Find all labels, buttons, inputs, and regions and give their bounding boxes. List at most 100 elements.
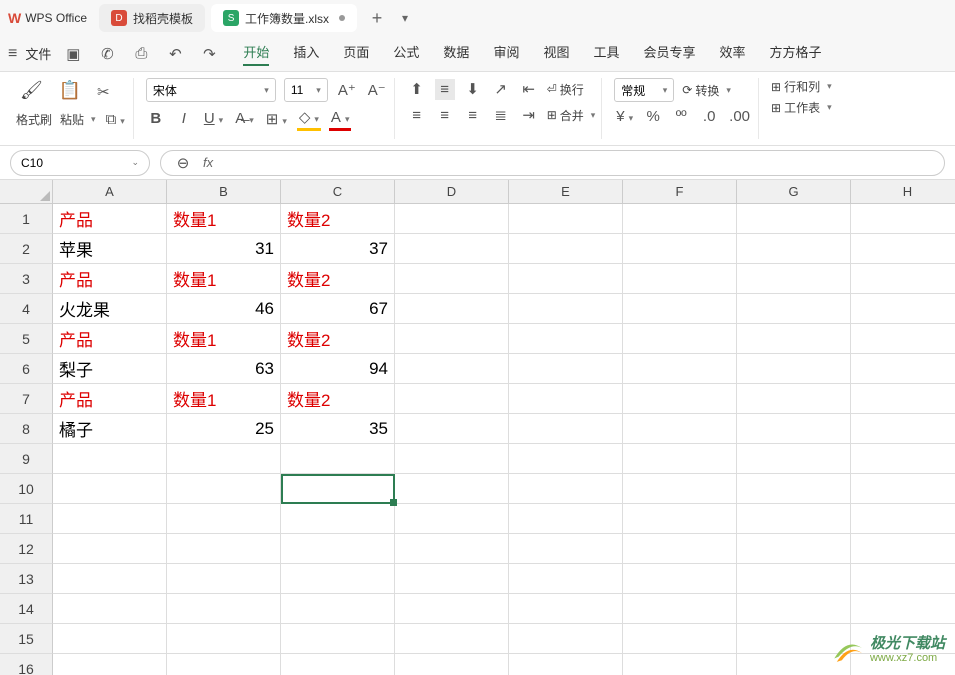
indent-inc-icon[interactable]: ⇥ xyxy=(519,104,539,126)
print-icon[interactable]: ⎙ xyxy=(131,43,151,65)
cell[interactable] xyxy=(395,324,509,354)
cell[interactable] xyxy=(851,504,955,534)
cell[interactable] xyxy=(167,624,281,654)
tab-menu-button[interactable]: ▾ xyxy=(391,4,419,32)
cell[interactable] xyxy=(53,504,167,534)
col-header[interactable]: A xyxy=(53,180,167,204)
cell[interactable] xyxy=(737,354,851,384)
cell[interactable]: 94 xyxy=(281,354,395,384)
tab-start[interactable]: 开始 xyxy=(243,42,269,66)
cell[interactable] xyxy=(395,264,509,294)
cell[interactable] xyxy=(395,654,509,675)
row-header[interactable]: 14 xyxy=(0,594,53,624)
cell[interactable] xyxy=(737,324,851,354)
cell[interactable] xyxy=(623,264,737,294)
cell[interactable] xyxy=(395,474,509,504)
name-box[interactable]: C10 ⌄ xyxy=(10,150,150,176)
cell[interactable] xyxy=(851,414,955,444)
cell[interactable] xyxy=(623,414,737,444)
cell[interactable] xyxy=(395,534,509,564)
cell[interactable] xyxy=(167,444,281,474)
decrease-decimal-icon[interactable]: .0 xyxy=(699,106,719,127)
cell[interactable]: 63 xyxy=(167,354,281,384)
format-painter-label[interactable]: 格式刷 xyxy=(16,111,52,128)
cell[interactable]: 46 xyxy=(167,294,281,324)
cell[interactable]: 37 xyxy=(281,234,395,264)
cell[interactable] xyxy=(851,444,955,474)
cell[interactable] xyxy=(281,654,395,675)
cell[interactable] xyxy=(167,504,281,534)
align-left-icon[interactable]: ≡ xyxy=(407,105,427,126)
cell[interactable] xyxy=(851,564,955,594)
percent-icon[interactable]: % xyxy=(643,106,663,127)
cell[interactable] xyxy=(395,624,509,654)
cell[interactable] xyxy=(395,354,509,384)
col-header[interactable]: E xyxy=(509,180,623,204)
export-icon[interactable]: ✆ xyxy=(97,43,117,65)
cell[interactable] xyxy=(167,564,281,594)
cell[interactable]: 橘子 xyxy=(53,414,167,444)
row-header[interactable]: 6 xyxy=(0,354,53,384)
cell[interactable]: 梨子 xyxy=(53,354,167,384)
cell[interactable] xyxy=(737,414,851,444)
cell[interactable]: 数量2 xyxy=(281,384,395,414)
row-header[interactable]: 7 xyxy=(0,384,53,414)
row-header[interactable]: 1 xyxy=(0,204,53,234)
cell[interactable] xyxy=(167,654,281,675)
redo-icon[interactable]: ↷ xyxy=(199,43,219,65)
cell[interactable] xyxy=(623,444,737,474)
fx-label[interactable]: fx xyxy=(203,155,213,170)
cell[interactable] xyxy=(509,264,623,294)
cell[interactable] xyxy=(509,594,623,624)
formula-input-area[interactable]: ⊖ fx xyxy=(160,150,945,176)
row-header[interactable]: 8 xyxy=(0,414,53,444)
bold-icon[interactable]: B xyxy=(146,108,166,129)
cell[interactable] xyxy=(851,354,955,384)
rowcol-button[interactable]: ⊞ 行和列▾ xyxy=(771,78,832,95)
font-size-select[interactable]: 11▾ xyxy=(284,78,328,102)
cell[interactable]: 35 xyxy=(281,414,395,444)
indent-dec-icon[interactable]: ⇤ xyxy=(519,78,539,100)
tab-tools[interactable]: 工具 xyxy=(593,42,619,66)
cell[interactable] xyxy=(623,234,737,264)
align-center-icon[interactable]: ≡ xyxy=(435,105,455,126)
cell[interactable] xyxy=(281,474,395,504)
cell[interactable]: 数量1 xyxy=(167,264,281,294)
row-header[interactable]: 11 xyxy=(0,504,53,534)
cell[interactable] xyxy=(53,654,167,675)
cell[interactable] xyxy=(281,534,395,564)
strikethrough-icon[interactable]: A̶▾ xyxy=(233,108,256,129)
row-header[interactable]: 12 xyxy=(0,534,53,564)
cell[interactable] xyxy=(509,504,623,534)
cell[interactable]: 数量1 xyxy=(167,204,281,234)
currency-icon[interactable]: ¥▾ xyxy=(614,106,635,127)
number-format-select[interactable]: 常规▾ xyxy=(614,78,674,102)
cell[interactable]: 25 xyxy=(167,414,281,444)
wrap-text-button[interactable]: ⏎ 换行 xyxy=(547,81,584,98)
underline-icon[interactable]: U▾ xyxy=(202,108,225,129)
cell[interactable] xyxy=(623,564,737,594)
increase-font-icon[interactable]: A⁺ xyxy=(336,79,358,101)
cell[interactable]: 数量1 xyxy=(167,384,281,414)
cell[interactable] xyxy=(509,234,623,264)
cell[interactable] xyxy=(167,474,281,504)
cell[interactable] xyxy=(509,384,623,414)
cell[interactable] xyxy=(737,504,851,534)
cell[interactable] xyxy=(623,474,737,504)
align-right-icon[interactable]: ≡ xyxy=(463,105,483,126)
cell[interactable] xyxy=(53,474,167,504)
cell[interactable]: 数量2 xyxy=(281,264,395,294)
cell[interactable] xyxy=(395,444,509,474)
cell[interactable] xyxy=(851,234,955,264)
tab-review[interactable]: 审阅 xyxy=(493,42,519,66)
row-header[interactable]: 15 xyxy=(0,624,53,654)
cell[interactable] xyxy=(623,594,737,624)
cell[interactable]: 产品 xyxy=(53,264,167,294)
cell[interactable] xyxy=(851,474,955,504)
col-header[interactable]: C xyxy=(281,180,395,204)
cell[interactable]: 数量2 xyxy=(281,324,395,354)
cell[interactable] xyxy=(53,594,167,624)
cell[interactable] xyxy=(53,444,167,474)
copy-icon[interactable]: ⧉▾ xyxy=(104,109,127,130)
cell[interactable] xyxy=(281,624,395,654)
